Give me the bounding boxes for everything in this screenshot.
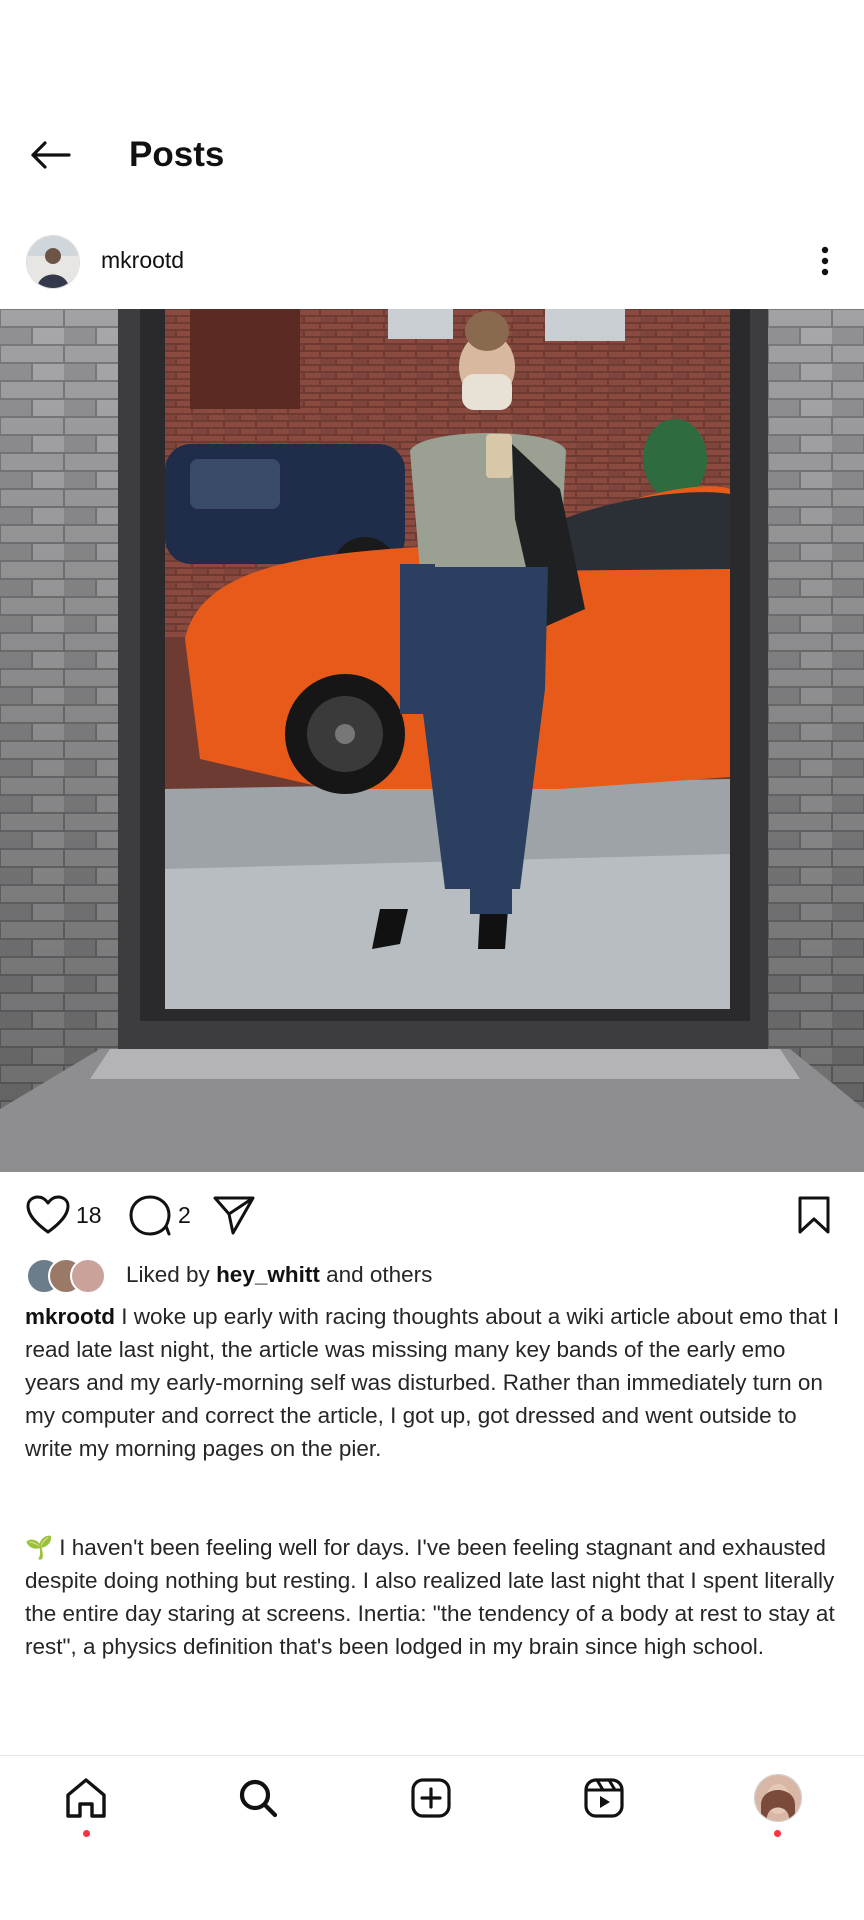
heart-icon [26, 1195, 70, 1234]
reels-icon [584, 1778, 624, 1818]
post-username[interactable]: mkrootd [101, 246, 184, 274]
save-button[interactable] [796, 1192, 832, 1238]
like-button[interactable]: 18 [26, 1192, 102, 1238]
bottom-navigation [0, 1755, 864, 1841]
user-avatar[interactable] [26, 235, 80, 289]
post-photo[interactable] [0, 309, 864, 1172]
comment-icon [129, 1195, 171, 1236]
top-bar: Posts [0, 120, 864, 190]
post-caption: mkrootd I woke up early with racing thou… [25, 1300, 845, 1663]
send-icon [213, 1196, 255, 1235]
home-notification-dot [83, 1830, 90, 1837]
back-button[interactable] [22, 132, 78, 178]
create-icon [411, 1778, 451, 1818]
nav-home[interactable] [58, 1770, 114, 1826]
post-header: mkrootd [0, 232, 864, 294]
arrow-left-icon [31, 141, 71, 169]
nav-reels[interactable] [576, 1770, 632, 1826]
liker-avatars [26, 1258, 116, 1294]
post-actions: 18 2 [0, 1192, 864, 1238]
seedling-emoji: 🌱 [25, 1535, 54, 1560]
comment-button[interactable]: 2 [128, 1192, 191, 1238]
caption-paragraph: mkrootd I woke up early with racing thou… [25, 1304, 840, 1461]
likes-count: 18 [76, 1201, 102, 1228]
liked-by-row[interactable]: Liked by hey_whitt and others [26, 1257, 433, 1294]
comments-count: 2 [178, 1201, 191, 1228]
liker-avatar [70, 1258, 106, 1294]
share-button[interactable] [212, 1192, 256, 1238]
status-bar [0, 0, 864, 120]
home-icon [66, 1778, 106, 1818]
liked-by-text: Liked by hey_whitt and others [126, 1262, 433, 1287]
caption-username[interactable]: mkrootd [25, 1304, 115, 1329]
profile-avatar [754, 1774, 802, 1822]
profile-notification-dot [774, 1830, 781, 1837]
bookmark-icon [798, 1196, 830, 1234]
page-title: Posts [129, 135, 225, 174]
liked-by-username[interactable]: hey_whitt [216, 1262, 320, 1287]
nav-create[interactable] [403, 1770, 459, 1826]
search-icon [239, 1779, 278, 1818]
nav-profile[interactable] [750, 1770, 806, 1826]
nav-search[interactable] [230, 1770, 286, 1826]
more-vertical-icon [821, 246, 829, 276]
caption-paragraph: 🌱 I haven't been feeling well for days. … [25, 1535, 835, 1659]
more-options-button[interactable] [808, 240, 842, 282]
